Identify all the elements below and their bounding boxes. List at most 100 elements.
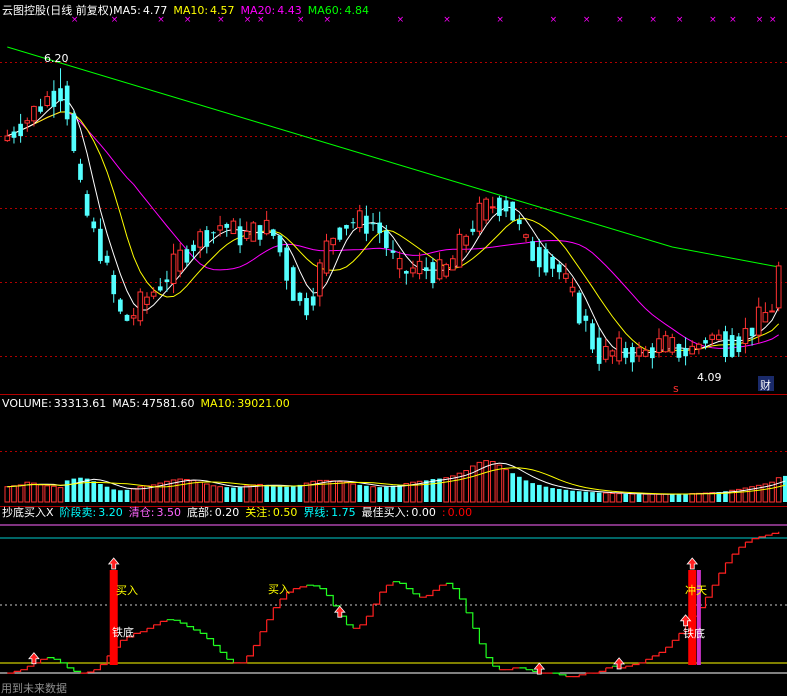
volume-bar: [357, 484, 363, 502]
volume-bar: [336, 481, 343, 503]
oscillator-step: [213, 644, 221, 653]
x-mark: ×: [769, 15, 777, 25]
ma5-line: [7, 99, 780, 354]
candle-down: [403, 271, 409, 274]
oscillator-step: [379, 585, 387, 593]
x-mark: ×: [676, 15, 684, 25]
volume-bar: [596, 492, 602, 502]
volume-bar: [430, 479, 436, 502]
candle-up: [762, 312, 769, 323]
volume-bar: [203, 483, 210, 503]
buy-arrow: [107, 557, 120, 570]
oscillator-step: [592, 671, 600, 674]
oscillator-step: [452, 588, 461, 599]
candle-down: [11, 131, 17, 138]
candle-down: [350, 222, 356, 224]
oscillator-step: [552, 672, 560, 675]
x-mark: ×: [756, 15, 764, 25]
candle-down: [157, 286, 163, 291]
oscillator-steps: [7, 531, 780, 678]
candle-up: [463, 235, 469, 246]
oscillator-step: [572, 674, 580, 678]
candle-down: [430, 262, 436, 284]
volume-panel-header: VOLUME: 33313.61 MA5: 47581.60 MA10: 39021.00: [2, 397, 290, 410]
candle-up: [416, 260, 423, 275]
candle-up: [563, 273, 569, 279]
volume-bar: [104, 486, 110, 502]
volume-bar: [517, 476, 522, 502]
candle-down: [71, 113, 77, 152]
volume-bars[interactable]: [4, 460, 787, 503]
ma10-line: [7, 111, 780, 353]
oscillator-step: [240, 655, 248, 664]
volume-ma5-line: [7, 462, 786, 495]
volume-bar: [775, 477, 782, 503]
oscillator-step: [605, 666, 613, 669]
volume-bar: [184, 479, 190, 503]
header-label: MA5:: [112, 397, 140, 410]
oscillator-step: [40, 657, 48, 660]
volume-bar: [702, 492, 709, 503]
buy-arrow: [686, 557, 699, 570]
oscillator-step: [326, 594, 334, 606]
candle-down: [676, 344, 682, 358]
oscillator-step: [472, 627, 480, 644]
volume-bar: [237, 487, 243, 502]
financial-badge[interactable]: 财: [760, 378, 771, 392]
candle-down: [364, 215, 369, 234]
header-value: 3.20: [98, 506, 123, 519]
volume-bar: [590, 492, 595, 502]
oscillator-step: [466, 612, 474, 629]
volume-bar: [689, 493, 696, 503]
header-value: 39021.00: [237, 397, 290, 410]
candle-down: [384, 230, 389, 249]
volume-bar: [257, 483, 263, 503]
volume-bar: [629, 493, 636, 503]
volume-bar: [496, 464, 503, 503]
chart-canvas[interactable]: 云图控股(日线 前复权)MA5: 4.77 MA10: 4.57 MA20: 4.43 MA…: [0, 0, 787, 696]
candle-down: [470, 228, 476, 232]
volume-bar: [403, 483, 410, 503]
oscillator-step: [718, 562, 727, 574]
candle-down: [124, 314, 130, 321]
oscillator-step: [526, 669, 534, 672]
volume-bar: [243, 485, 250, 503]
header-value: 0.50: [273, 506, 298, 519]
volume-bar: [423, 480, 429, 502]
candlesticks[interactable]: [4, 68, 782, 372]
candle-down: [590, 323, 595, 350]
candle-up: [263, 219, 270, 235]
volume-bar: [623, 493, 629, 502]
volume-bar: [384, 486, 389, 502]
oscillator-step: [166, 619, 175, 621]
candle-up: [443, 264, 450, 277]
candle-up: [709, 334, 716, 340]
volume-bar: [570, 490, 575, 502]
header-value: 3.50: [156, 506, 181, 519]
volume-bar: [297, 484, 303, 502]
candle-down: [184, 249, 190, 263]
ma20-line: [7, 111, 779, 349]
x-mark: ×: [616, 15, 624, 25]
header-label: 界线:: [303, 505, 329, 519]
volume-bar: [264, 484, 269, 502]
x-mark: ×: [111, 15, 119, 25]
volume-bar: [98, 484, 103, 502]
buy-label-2: 买入: [268, 583, 290, 596]
moving-average-lines: [7, 46, 780, 354]
volume-bar: [636, 494, 642, 502]
volume-bar: [649, 493, 656, 503]
candle-down: [576, 292, 582, 324]
volume-bar: [656, 493, 662, 503]
oscillator-step: [393, 581, 401, 584]
candle-down: [297, 292, 303, 302]
oscillator-step: [306, 584, 314, 586]
volume-bar: [437, 478, 442, 502]
oscillator-step: [246, 645, 254, 657]
oscillator-step: [725, 554, 733, 564]
oscillator-step: [60, 662, 68, 668]
oscillator-step: [659, 647, 667, 653]
header-value: 0.00: [411, 506, 436, 519]
candle-down: [583, 315, 589, 321]
volume-bar: [270, 485, 276, 502]
